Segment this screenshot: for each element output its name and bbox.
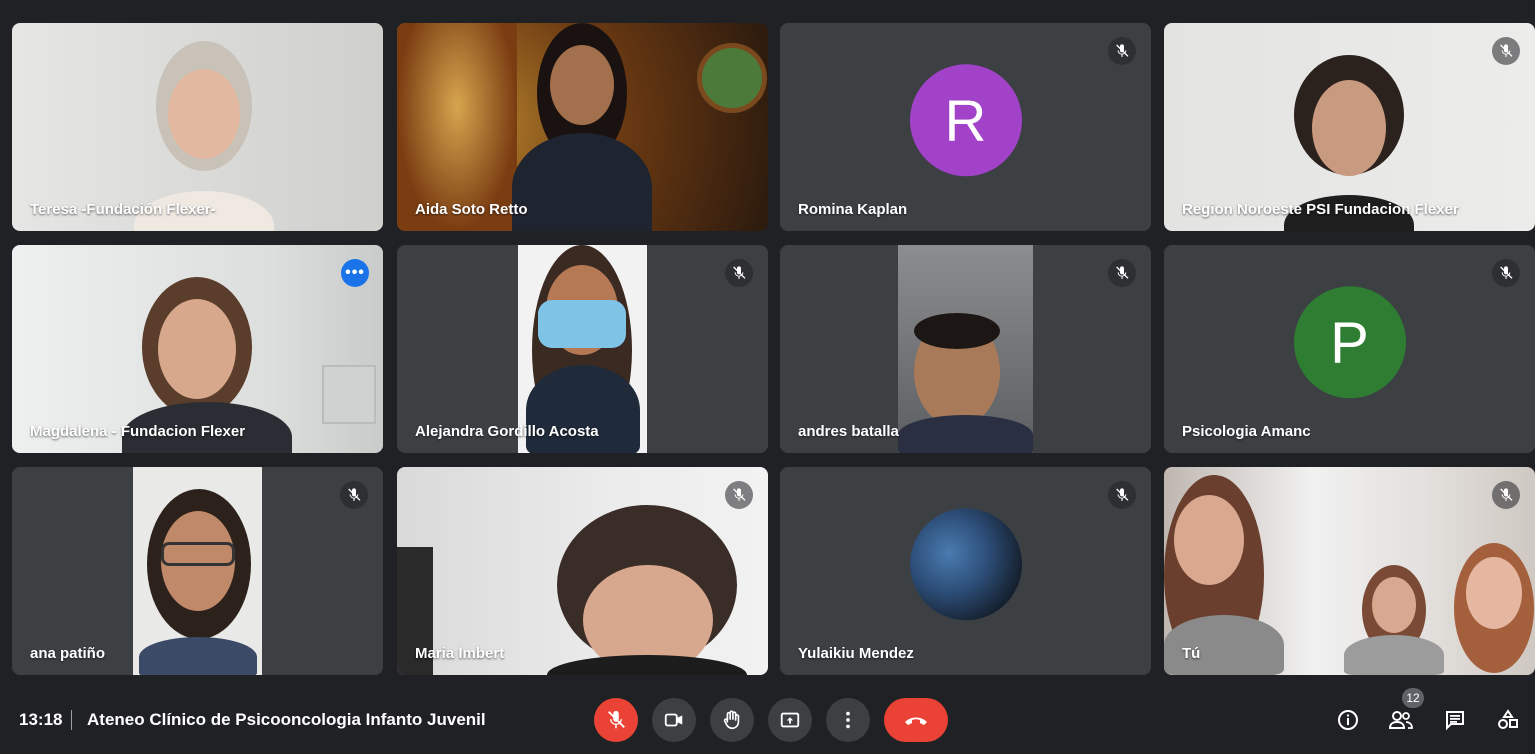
present-icon — [780, 712, 800, 728]
video-feed — [518, 245, 647, 453]
participant-count-badge: 12 — [1402, 688, 1424, 708]
participant-name: Teresa -Fundación Flexer- — [30, 201, 216, 218]
avatar: R — [909, 64, 1022, 177]
more-options-button[interactable] — [826, 698, 870, 742]
participant-video — [507, 23, 657, 231]
video-feed — [1164, 23, 1535, 231]
participant-name: Alejandra Gordillo Acosta — [415, 423, 599, 440]
camera-icon — [664, 713, 683, 727]
video-feed — [898, 245, 1033, 453]
meeting-title: Ateneo Clínico de Psicooncologia Infanto… — [87, 710, 486, 729]
participant-tile[interactable]: Teresa -Fundación Flexer- — [12, 23, 383, 231]
participant-tile[interactable]: P Psicologia Amanc — [1164, 245, 1535, 453]
mic-off-icon — [1108, 37, 1136, 65]
mic-off-icon — [340, 481, 368, 509]
participant-tile[interactable]: Yulaikiu Mendez — [780, 467, 1151, 675]
video-feed — [12, 245, 383, 453]
phone-hangup-icon — [905, 717, 927, 725]
participant-tile[interactable]: ana patiño — [12, 467, 383, 675]
participant-name: Region Noroeste PSI Fundacion Flexer — [1182, 201, 1459, 218]
participant-tile[interactable]: R Romina Kaplan — [780, 23, 1151, 231]
hand-icon — [723, 710, 740, 730]
participant-name: Tú — [1182, 645, 1201, 662]
mic-off-icon — [1492, 481, 1520, 509]
participant-video — [547, 505, 747, 675]
participant-name: Yulaikiu Mendez — [798, 645, 914, 662]
present-screen-button[interactable] — [768, 698, 812, 742]
meeting-time: 13:18 — [19, 710, 63, 729]
mic-off-icon — [608, 710, 625, 729]
more-vert-icon — [846, 711, 850, 729]
video-feed — [397, 23, 768, 231]
video-feed — [1164, 467, 1535, 675]
participant-name: andres batalla — [798, 423, 899, 440]
avatar — [909, 508, 1022, 621]
participant-video — [1444, 543, 1535, 675]
mic-off-icon — [1108, 259, 1136, 287]
raise-hand-button[interactable] — [710, 698, 754, 742]
video-feed — [133, 467, 262, 675]
shapes-icon — [1498, 709, 1518, 729]
participant-video — [1344, 565, 1444, 675]
mic-off-icon — [725, 481, 753, 509]
participant-tile[interactable]: Alejandra Gordillo Acosta — [397, 245, 768, 453]
mic-off-icon — [1492, 259, 1520, 287]
participant-name: Magdalena - Fundacion Flexer — [30, 423, 246, 440]
divider — [71, 710, 72, 730]
participant-tile-active[interactable]: ••• Magdalena - Fundacion Flexer — [12, 245, 383, 453]
participant-name: Aida Soto Retto — [415, 201, 528, 218]
participant-tile[interactable]: Region Noroeste PSI Fundacion Flexer — [1164, 23, 1535, 231]
microphone-toggle-button[interactable] — [594, 698, 638, 742]
info-icon — [1338, 710, 1358, 730]
participant-grid: Teresa -Fundación Flexer- Aida Soto Rett… — [0, 0, 1535, 680]
participant-name: Psicologia Amanc — [1182, 423, 1311, 440]
meeting-details-button[interactable] — [1334, 706, 1362, 734]
participant-tile[interactable]: andres batalla — [780, 245, 1151, 453]
chat-icon — [1446, 711, 1464, 731]
avatar: P — [1293, 286, 1406, 399]
camera-toggle-button[interactable] — [652, 698, 696, 742]
participants-button[interactable] — [1387, 706, 1415, 734]
bottom-control-bar: 13:18 Ateneo Clínico de Psicooncologia I… — [0, 680, 1535, 754]
participant-tile[interactable]: Aida Soto Retto — [397, 23, 768, 231]
chat-button[interactable] — [1441, 706, 1469, 734]
participant-name: Romina Kaplan — [798, 201, 908, 218]
video-feed — [12, 23, 383, 231]
mic-off-icon — [1108, 481, 1136, 509]
activities-button[interactable] — [1494, 706, 1522, 734]
leave-call-button[interactable] — [884, 698, 948, 742]
mic-off-icon — [1492, 37, 1520, 65]
participant-tile[interactable]: Tú — [1164, 467, 1535, 675]
people-icon — [1388, 711, 1413, 729]
mic-off-icon — [725, 259, 753, 287]
participant-name: Maria Imbert — [415, 645, 505, 662]
more-options-button[interactable]: ••• — [341, 259, 369, 287]
participant-tile[interactable]: Maria Imbert — [397, 467, 768, 675]
video-feed — [397, 467, 768, 675]
participant-name: ana patiño — [30, 645, 106, 662]
